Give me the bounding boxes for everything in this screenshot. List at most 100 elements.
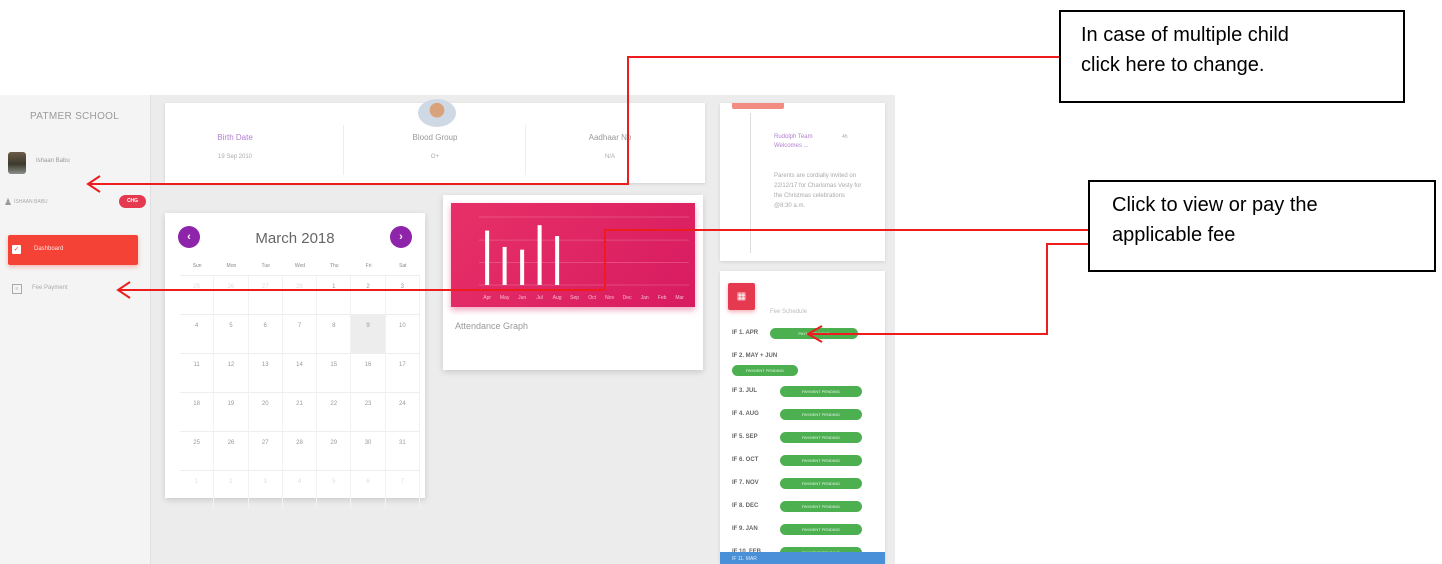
sidebar-item-dashboard[interactable]: ✓ Dashboard (8, 235, 138, 265)
calendar-day[interactable]: 2 (351, 276, 386, 314)
weekday-label: Fri (365, 263, 372, 269)
calendar-day[interactable]: 4 (283, 471, 318, 509)
calendar-day[interactable]: 1 (180, 471, 215, 509)
calendar-day[interactable]: 7 (283, 315, 318, 353)
sidebar-item-label: Fee Payment (32, 285, 68, 291)
calendar-day[interactable]: 19 (214, 393, 249, 431)
calendar-day[interactable]: 30 (351, 432, 386, 470)
calendar-grid: 25 26 27 28 1 2 3 4 5 6 7 8 9 10 11 12 13 14 15 16 17 18 19 20 2… (180, 275, 420, 509)
fee-item: IF 1. APR PAYMENT DONE (732, 328, 882, 351)
calendar-day[interactable]: 23 (351, 393, 386, 431)
birth-date-label: Birth Date (217, 133, 253, 142)
x-tick-label: Nov (605, 295, 614, 301)
calendar-day[interactable]: 25 (180, 276, 215, 314)
calendar-day[interactable]: 24 (386, 393, 420, 431)
birth-date: Birth Date 19 Sep 2010 (175, 133, 295, 160)
calendar-day[interactable]: 29 (317, 432, 352, 470)
calendar-day[interactable]: 3 (386, 276, 420, 314)
weekday-label: Mon (226, 263, 237, 269)
calendar-day[interactable]: 1 (317, 276, 352, 314)
user-profile[interactable]: Ishaan Babu (8, 152, 138, 174)
fee-status-button[interactable]: PAYMENT PENDING (780, 524, 862, 535)
fee-item-label: IF 2. MAY + JUN (732, 353, 778, 359)
attendance-chart: Apr May Jun Jul Aug Sep Oct Nov Dec Jan Feb Mar (451, 203, 695, 307)
calendar-week: 18 19 20 21 22 23 24 (180, 392, 420, 431)
calendar-day[interactable]: 27 (249, 432, 283, 470)
fee-item-last[interactable]: IF 11. MAR (720, 552, 885, 564)
child-selector[interactable]: ♟ ISHAAN BABU CHG (4, 195, 149, 211)
calendar-day[interactable]: 12 (214, 354, 249, 392)
attendance-bar (555, 236, 560, 285)
fee-status-button[interactable]: PAYMENT PENDING (732, 365, 798, 376)
calendar-day[interactable]: 11 (180, 354, 215, 392)
calendar-day[interactable]: 4 (180, 315, 215, 353)
weekday-label: Sun (192, 263, 202, 269)
calendar-day[interactable]: 22 (317, 393, 352, 431)
fee-item-label: IF 4. AUG (732, 411, 759, 417)
fee-status-button[interactable]: PAYMENT PENDING (780, 478, 862, 489)
aadhaar-label: Aadhaar No (588, 133, 632, 142)
calendar-day[interactable]: 2 (214, 471, 249, 509)
fee-item: IF 2. MAY + JUN PAYMENT PENDING (732, 351, 882, 386)
calendar-day[interactable]: 20 (249, 393, 283, 431)
sidebar-item-label: Dashboard (34, 246, 64, 252)
attendance-card: Apr May Jun Jul Aug Sep Oct Nov Dec Jan Feb Mar Att… (443, 195, 703, 370)
calendar-day[interactable]: 26 (214, 432, 249, 470)
calendar-day[interactable]: 7 (386, 471, 420, 509)
calendar-week: 25 26 27 28 1 2 3 (180, 275, 420, 314)
fee-status-button[interactable]: PAYMENT DONE (770, 328, 858, 339)
calendar-day[interactable]: 13 (249, 354, 283, 392)
fee-status-button[interactable]: PAYMENT PENDING (780, 386, 862, 397)
calendar-day[interactable]: 17 (386, 354, 420, 392)
blood-group: Blood Group O+ (375, 133, 495, 160)
callout-line: click here to change. (1081, 54, 1265, 76)
attendance-bar (485, 230, 490, 285)
calendar-day[interactable]: 15 (317, 354, 352, 392)
app-window: PATMER SCHOOL Ishaan Babu ♟ ISHAAN BABU … (0, 95, 895, 564)
calendar-day[interactable]: 21 (283, 393, 318, 431)
calendar-week: 4 5 6 7 8 9 10 (180, 314, 420, 353)
change-child-button[interactable]: CHG (119, 195, 146, 208)
calendar-day[interactable]: 8 (317, 315, 352, 353)
calendar-day[interactable]: 6 (249, 315, 283, 353)
fee-item: IF 6. OCT PAYMENT PENDING (732, 455, 882, 478)
fee-status-button[interactable]: PAYMENT PENDING (780, 432, 862, 443)
fee-item-label: IF 5. SEP (732, 434, 758, 440)
sidebar-item-fee-payment[interactable]: ≡ Fee Payment (8, 280, 138, 300)
timeline-line (750, 113, 751, 253)
fee-item: IF 3. JUL PAYMENT PENDING (732, 386, 882, 409)
calendar-day[interactable]: 6 (351, 471, 386, 509)
divider (525, 125, 526, 175)
fee-item-label: IF 7. NOV (732, 480, 759, 486)
calendar-day[interactable]: 27 (249, 276, 283, 314)
fee-heading: Fee Schedule (770, 309, 808, 315)
fee-panel: ▦ Fee Schedule IF 1. APR PAYMENT DONE IF 2… (720, 271, 885, 564)
calendar-day[interactable]: 25 (180, 432, 215, 470)
prev-month-button[interactable]: ‹ (178, 226, 200, 248)
fee-item: IF 9. JAN PAYMENT PENDING (732, 524, 882, 547)
next-month-button[interactable]: › (390, 226, 412, 248)
sidebar: PATMER SCHOOL Ishaan Babu ♟ ISHAAN BABU … (0, 95, 151, 564)
calendar-day[interactable]: 5 (214, 315, 249, 353)
calendar-week: 1234567 (180, 470, 420, 509)
calendar-day[interactable]: 14 (283, 354, 318, 392)
fee-status-button[interactable]: PAYMENT PENDING (780, 455, 862, 466)
calendar-day[interactable]: 31 (386, 432, 420, 470)
fee-card-icon: ▦ (728, 283, 755, 310)
fee-status-button[interactable]: PAYMENT PENDING (780, 501, 862, 512)
attendance-title: Attendance Graph (455, 321, 529, 331)
calendar-day[interactable]: 5 (317, 471, 352, 509)
notice-tab (732, 103, 784, 109)
fee-status-button[interactable]: PAYMENT PENDING (780, 409, 862, 420)
calendar-day[interactable]: 26 (214, 276, 249, 314)
calendar-day[interactable]: 9 (351, 315, 386, 353)
calendar-day[interactable]: 3 (249, 471, 283, 509)
callout-fee: Click to view or pay the applicable fee (1088, 180, 1436, 272)
aadhaar-value: N/A (604, 154, 615, 160)
calendar-day[interactable]: 16 (351, 354, 386, 392)
calendar-day[interactable]: 28 (283, 276, 318, 314)
calendar-day[interactable]: 10 (386, 315, 420, 353)
calendar-day[interactable]: 28 (283, 432, 318, 470)
notice-title[interactable]: Rudolph Team Welcomes ... (774, 133, 834, 151)
calendar-day[interactable]: 18 (180, 393, 215, 431)
